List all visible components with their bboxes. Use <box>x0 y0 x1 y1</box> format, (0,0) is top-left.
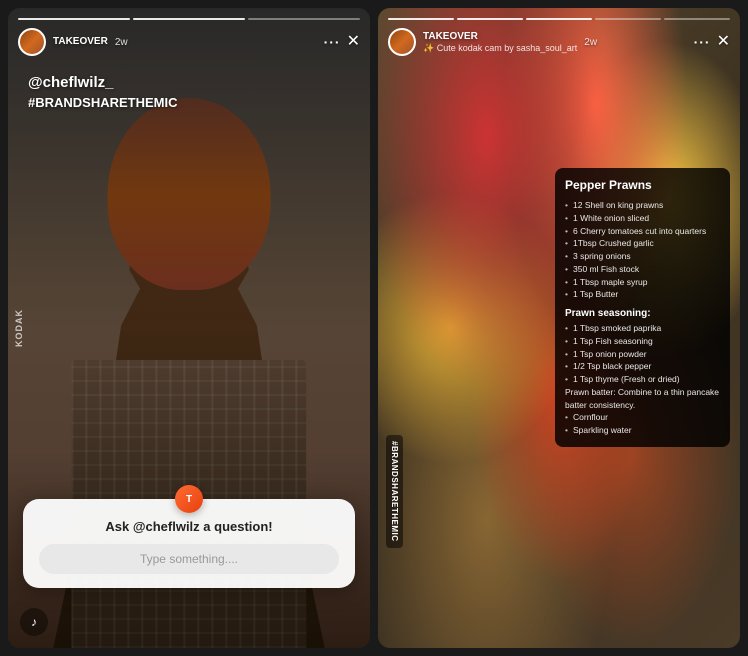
more-options-button[interactable]: ··· <box>324 34 341 50</box>
progress-seg-2 <box>133 18 245 20</box>
list-item: 1/2 Tsp black pepper <box>565 360 720 373</box>
question-card: T Ask @cheflwilz a question! Type someth… <box>23 499 355 588</box>
question-title: Ask @cheflwilz a question! <box>39 519 339 534</box>
right-header-time: 2w <box>584 37 597 48</box>
right-avatar <box>388 28 416 56</box>
question-input[interactable]: Type something.... <box>39 544 339 574</box>
right-header-left: TAKEOVER ✨ Cute kodak cam by sasha_soul_… <box>388 28 597 56</box>
recipe-ingredients: 12 Shell on king prawns1 White onion sli… <box>565 199 720 301</box>
right-header-username: TAKEOVER <box>423 31 577 43</box>
header-username: TAKEOVER <box>53 36 108 48</box>
right-progress-bar <box>388 18 730 20</box>
mute-button[interactable]: ♪ <box>20 608 48 636</box>
list-item: 1 Tsp onion powder <box>565 348 720 361</box>
list-item: 1 Tsp Fish seasoning <box>565 335 720 348</box>
progress-seg-1 <box>18 18 130 20</box>
list-item: 1 Tbsp smoked paprika <box>565 322 720 335</box>
right-more-options-button[interactable]: ··· <box>694 34 711 50</box>
header-actions: ··· ✕ <box>324 34 360 50</box>
left-story-header: TAKEOVER 2w ··· ✕ <box>8 8 370 62</box>
r-progress-5 <box>664 18 730 20</box>
right-avatar-img <box>390 30 414 54</box>
right-story: TAKEOVER ✨ Cute kodak cam by sasha_soul_… <box>378 8 740 648</box>
brand-hashtag: #BRANDSHARETHEMIC <box>28 95 350 110</box>
list-item: 12 Shell on king prawns <box>565 199 720 212</box>
avatar <box>18 28 46 56</box>
right-header-actions: ··· ✕ <box>694 34 730 50</box>
progress-seg-3 <box>248 18 360 20</box>
header-time: 2w <box>115 37 128 48</box>
question-logo: T <box>175 485 203 513</box>
list-item: 1 Tsp Butter <box>565 288 720 301</box>
list-item: 1Tbsp Crushed garlic <box>565 237 720 250</box>
close-button[interactable]: ✕ <box>347 34 360 50</box>
list-item: Cornflour <box>565 411 720 424</box>
batter-label: Prawn batter: Combine to a thin pancake … <box>565 386 720 412</box>
question-placeholder: Type something.... <box>140 552 238 566</box>
recipe-batter: CornflourSparkling water <box>565 411 720 437</box>
list-item: 1 Tsp thyme (Fresh or dried) <box>565 373 720 386</box>
right-header-info: TAKEOVER ✨ Cute kodak cam by sasha_soul_… <box>388 28 730 56</box>
progress-bar <box>18 18 360 20</box>
header-left: TAKEOVER 2w <box>18 28 128 56</box>
list-item: 350 ml Fish stock <box>565 263 720 276</box>
r-progress-3 <box>526 18 592 20</box>
right-close-button[interactable]: ✕ <box>717 34 730 50</box>
right-header-text: TAKEOVER ✨ Cute kodak cam by sasha_soul_… <box>423 31 577 54</box>
list-item: 6 Cherry tomatoes cut into quarters <box>565 225 720 238</box>
recipe-title: Pepper Prawns <box>565 178 720 192</box>
chef-tag: @cheflwilz_ <box>28 73 350 93</box>
list-item: 1 Tbsp maple syrup <box>565 276 720 289</box>
vertical-text: KODAK <box>14 309 24 347</box>
recipe-card: Pepper Prawns 12 Shell on king prawns1 W… <box>555 168 730 447</box>
avatar-img <box>20 30 44 54</box>
header-text: TAKEOVER <box>53 36 108 48</box>
r-progress-1 <box>388 18 454 20</box>
stories-container: KODAK TAKEOVER 2w ··· <box>0 0 748 656</box>
list-item: 1 White onion sliced <box>565 212 720 225</box>
list-item: 3 spring onions <box>565 250 720 263</box>
seasoning-label: Prawn seasoning: <box>565 308 720 319</box>
recipe-seasoning: 1 Tbsp smoked paprika1 Tsp Fish seasonin… <box>565 322 720 386</box>
header-info: TAKEOVER 2w ··· ✕ <box>18 28 360 56</box>
r-progress-4 <box>595 18 661 20</box>
r-progress-2 <box>457 18 523 20</box>
left-story: KODAK TAKEOVER 2w ··· <box>8 8 370 648</box>
hashtag-sticker: #BRANDSHARETHEMIC <box>386 435 403 548</box>
list-item: Sparkling water <box>565 424 720 437</box>
mute-icon: ♪ <box>31 615 37 629</box>
right-header-subtitle: ✨ Cute kodak cam by sasha_soul_art <box>423 43 577 54</box>
right-story-header: TAKEOVER ✨ Cute kodak cam by sasha_soul_… <box>378 8 740 62</box>
